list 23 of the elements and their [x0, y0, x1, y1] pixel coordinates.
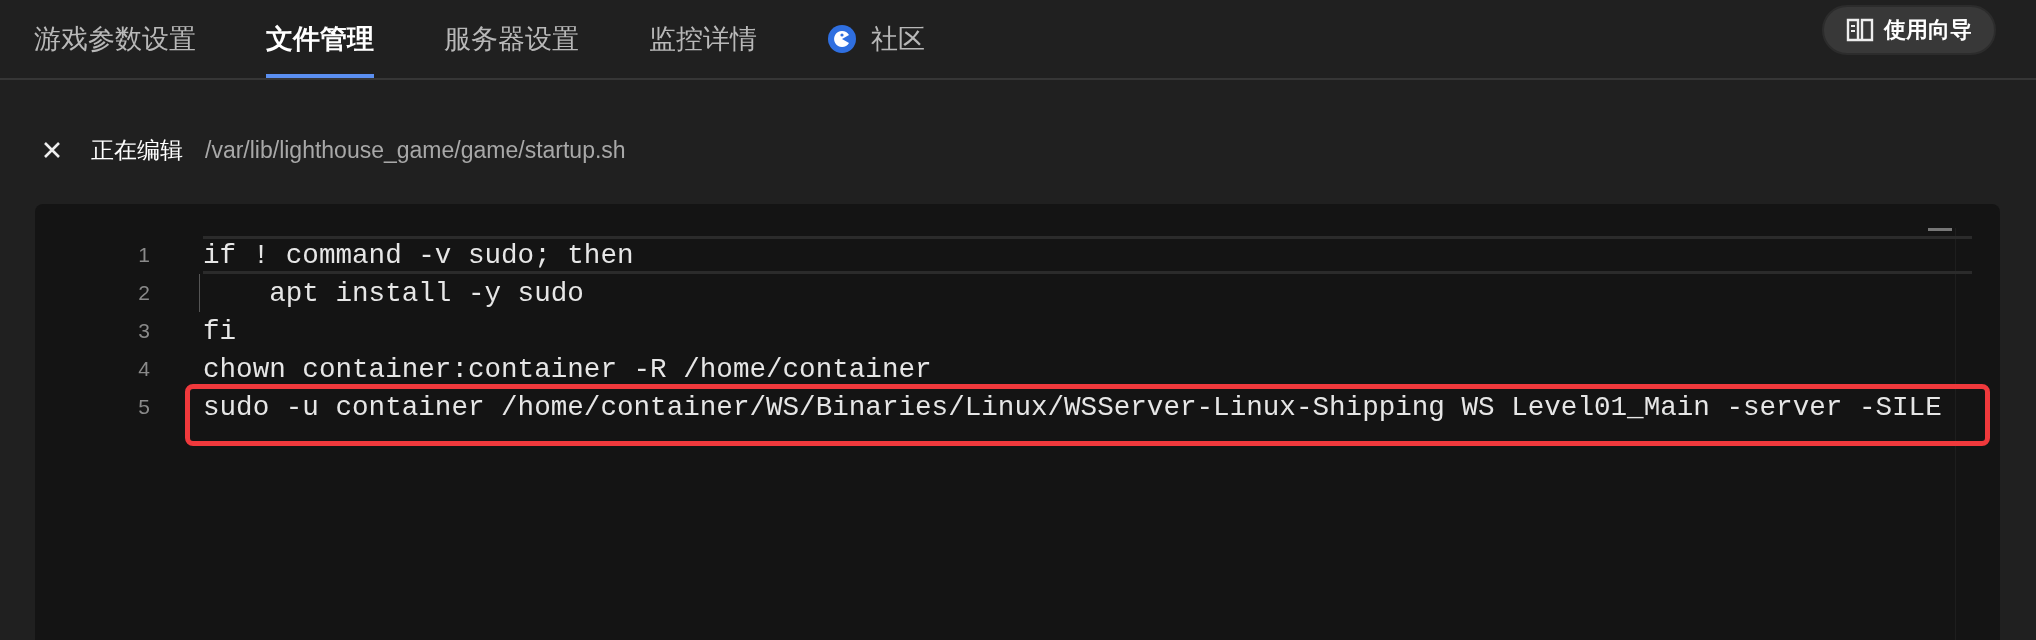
- line-number: 1: [137, 243, 150, 267]
- guide-button[interactable]: 使用向导: [1822, 5, 1996, 55]
- scrollbar-thumb[interactable]: [1928, 228, 1952, 231]
- tab[interactable]: 服务器设置: [444, 0, 579, 78]
- line-number: 4: [137, 357, 150, 381]
- tab[interactable]: 监控详情: [649, 0, 757, 78]
- book-icon: [1846, 17, 1874, 43]
- editing-status: 正在编辑: [91, 135, 183, 165]
- close-icon: [42, 140, 62, 160]
- line-number: 2: [137, 281, 150, 305]
- code-line: chown container:container -R /home/container: [203, 353, 932, 385]
- line-number: 3: [137, 319, 150, 343]
- indent-guide: [199, 274, 200, 312]
- code-line: fi: [203, 315, 237, 347]
- line-number: 5: [137, 395, 150, 419]
- tab[interactable]: 游戏参数设置: [34, 0, 196, 78]
- code-line: if ! command -v sudo; then: [203, 239, 634, 271]
- tab[interactable]: 社区: [827, 0, 925, 78]
- tab[interactable]: 文件管理: [266, 0, 374, 78]
- pacman-icon: [827, 24, 857, 54]
- code-line: sudo -u container /home/container/WS/Binaries/Linux/WSServer-Linux-Shipping WS Level01_Main -server -SILE: [203, 391, 1942, 423]
- file-path: /var/lib/lighthouse_game/game/startup.sh: [205, 136, 626, 164]
- code-line: apt install -y sudo: [268, 277, 584, 309]
